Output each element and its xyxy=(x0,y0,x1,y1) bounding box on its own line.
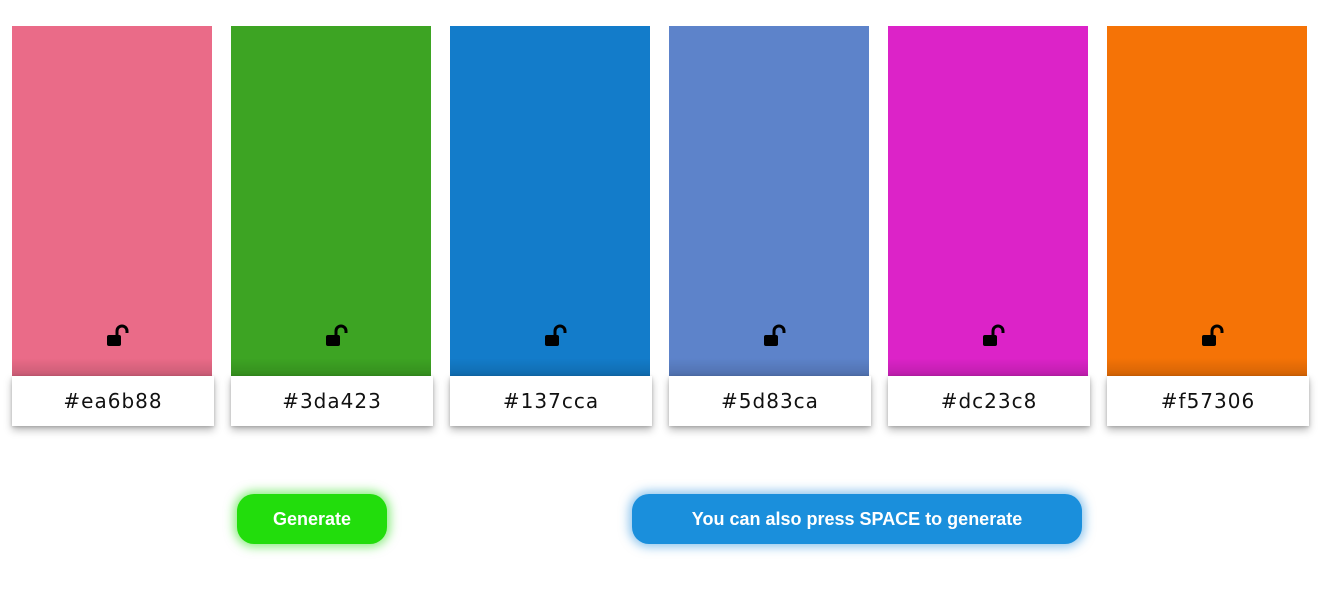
swatch-color-block xyxy=(888,26,1088,376)
swatch-color-block xyxy=(231,26,431,376)
color-swatch-3: #137cca xyxy=(450,26,652,426)
unlocked-padlock-icon[interactable] xyxy=(104,324,132,350)
color-swatch-6: #f57306 xyxy=(1107,26,1309,426)
color-swatch-5: #dc23c8 xyxy=(888,26,1090,426)
color-swatch-2: #3da423 xyxy=(231,26,433,426)
unlocked-padlock-icon[interactable] xyxy=(542,324,570,350)
unlocked-padlock-icon[interactable] xyxy=(761,324,789,350)
generate-button[interactable]: Generate xyxy=(237,494,387,544)
swatch-color-block xyxy=(669,26,869,376)
swatch-color-block xyxy=(1107,26,1307,376)
swatch-color-block xyxy=(450,26,650,376)
hex-code-label[interactable]: #137cca xyxy=(450,376,652,426)
hex-code-label[interactable]: #5d83ca xyxy=(669,376,871,426)
hex-code-label[interactable]: #f57306 xyxy=(1107,376,1309,426)
space-hint-button[interactable]: You can also press SPACE to generate xyxy=(632,494,1082,544)
color-swatch-4: #5d83ca xyxy=(669,26,871,426)
hex-code-label[interactable]: #dc23c8 xyxy=(888,376,1090,426)
hex-code-label[interactable]: #ea6b88 xyxy=(12,376,214,426)
hex-code-label[interactable]: #3da423 xyxy=(231,376,433,426)
unlocked-padlock-icon[interactable] xyxy=(980,324,1008,350)
unlocked-padlock-icon[interactable] xyxy=(1199,324,1227,350)
unlocked-padlock-icon[interactable] xyxy=(323,324,351,350)
color-palette: #ea6b88 #3da423 #137cca #5d83ca #dc23c8 … xyxy=(12,26,1312,426)
swatch-color-block xyxy=(12,26,212,376)
color-swatch-1: #ea6b88 xyxy=(12,26,214,426)
